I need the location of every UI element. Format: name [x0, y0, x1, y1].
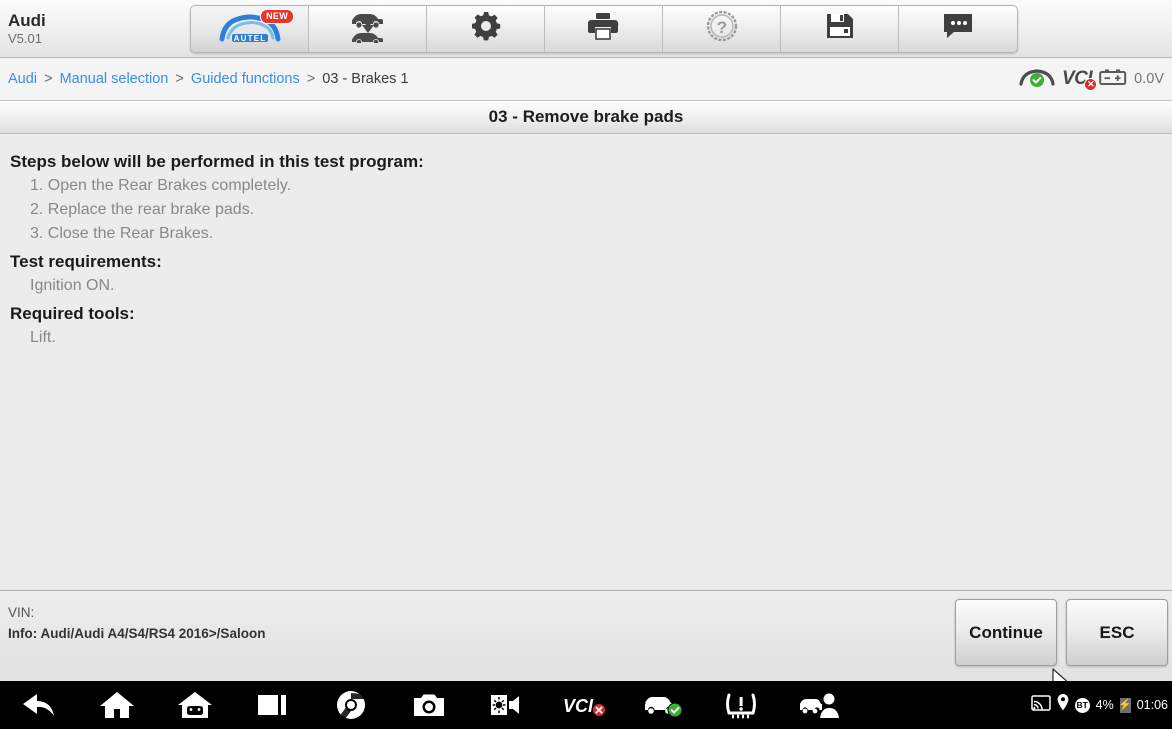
battery-voltage: 0.0V [1134, 71, 1164, 87]
camera-icon[interactable] [390, 681, 468, 729]
vehicle-status-icon[interactable] [624, 681, 702, 729]
status-cluster: VCI ✕ 0.0V [1019, 67, 1164, 92]
printer-icon [587, 11, 621, 46]
clock-time: 01:06 [1136, 698, 1168, 712]
content-block-tools: Required tools: Lift. [10, 303, 1162, 350]
gear-icon [470, 10, 502, 47]
vehicle-swap-icon [348, 9, 388, 48]
footer-bar: VIN: Info: Audi/Audi A4/S4/RS4 2016>/Sal… [0, 590, 1172, 681]
block-heading: Test requirements: [10, 252, 162, 271]
vin-row: VIN: [8, 602, 265, 623]
question-mark-icon: ? [705, 9, 739, 48]
continue-button[interactable]: Continue [955, 599, 1057, 666]
back-arrow-icon[interactable] [0, 681, 78, 729]
chat-bubble-icon [941, 12, 975, 45]
tool-line: Lift. [30, 329, 56, 346]
remote-assist-icon[interactable] [780, 681, 858, 729]
top-toolbar: Audi V5.01 AUTEL NEW ? [0, 0, 1172, 58]
main-content: Steps below will be performed in this te… [0, 134, 1172, 590]
content-block-requirements: Test requirements: Ignition ON. [10, 251, 1162, 298]
chrome-browser-icon[interactable] [312, 681, 390, 729]
info-row: Info: Audi/Audi A4/S4/RS4 2016>/Saloon [8, 623, 265, 644]
vehicle-swap-button[interactable] [309, 5, 427, 52]
svg-text:?: ? [716, 18, 726, 37]
breadcrumb-link-2[interactable]: Guided functions [191, 71, 300, 87]
svg-text:AUTEL: AUTEL [233, 34, 266, 43]
recent-apps-icon[interactable] [234, 681, 312, 729]
toolbar-button-group: AUTEL NEW ? [190, 4, 1018, 53]
breadcrumb-link-1[interactable]: Manual selection [60, 71, 169, 87]
step-line: 3. Close the Rear Brakes. [30, 225, 214, 242]
page-title-bar: 03 - Remove brake pads [0, 101, 1172, 134]
brand-name: Audi [8, 10, 46, 30]
block-heading: Steps below will be performed in this te… [10, 152, 424, 171]
tablet-screen: Audi V5.01 AUTEL NEW ? Audi > Manual sel… [0, 0, 1172, 729]
vci-status-label: VCI ✕ [1062, 68, 1098, 91]
print-button[interactable] [545, 5, 663, 52]
vci-error-badge: ✕ [1084, 78, 1098, 91]
breadcrumb-current: 03 - Brakes 1 [322, 71, 409, 87]
svg-text:VCI: VCI [563, 696, 594, 716]
esc-button[interactable]: ESC [1066, 599, 1168, 666]
vin-label: VIN: [8, 605, 35, 620]
breadcrumb-separator: > [44, 71, 53, 87]
brightness-volume-icon[interactable] [468, 681, 546, 729]
step-line: 1. Open the Rear Brakes completely. [30, 177, 292, 194]
step-line: 2. Replace the rear brake pads. [30, 201, 255, 218]
battery-icon [1099, 68, 1127, 91]
footer-button-row: Continue ESC [955, 599, 1168, 666]
new-badge: NEW [260, 8, 294, 24]
battery-percent: 4% [1095, 698, 1114, 712]
breadcrumb-separator: > [306, 71, 316, 87]
brand-version: V5.01 [8, 30, 42, 46]
vehicle-info-block: VIN: Info: Audi/Audi A4/S4/RS4 2016>/Sal… [8, 602, 265, 644]
charging-bolt-icon: ⚡ [1118, 697, 1133, 713]
autel-home-button[interactable]: AUTEL NEW [191, 5, 309, 52]
breadcrumb-bar: Audi > Manual selection > Guided functio… [0, 58, 1172, 101]
save-button[interactable] [781, 5, 899, 52]
location-pin-icon[interactable] [1057, 694, 1069, 716]
system-status-tray: BT 4% ⚡ 01:06 [1030, 681, 1170, 729]
tpms-warning-icon[interactable] [702, 681, 780, 729]
block-heading: Required tools: [10, 304, 135, 323]
breadcrumb-link-0[interactable]: Audi [8, 71, 37, 87]
page-title: 03 - Remove brake pads [488, 107, 684, 126]
info-value: Audi/Audi A4/S4/RS4 2016>/Saloon [40, 626, 266, 641]
requirement-line: Ignition ON. [30, 277, 115, 294]
cast-icon[interactable] [1030, 694, 1051, 716]
feedback-button[interactable] [899, 6, 1017, 52]
content-block-steps: Steps below will be performed in this te… [10, 151, 1162, 246]
help-button[interactable]: ? [663, 5, 781, 52]
floppy-disk-icon [825, 11, 855, 46]
android-home-icon[interactable] [156, 681, 234, 729]
breadcrumb-separator: > [175, 71, 184, 87]
vci-status-icon[interactable]: VCI [546, 681, 624, 729]
bluetooth-icon[interactable]: BT [1074, 697, 1090, 713]
vehicle-connected-icon [1019, 67, 1055, 92]
brand-block: Audi V5.01 [0, 11, 190, 47]
settings-button[interactable] [427, 5, 545, 52]
android-nav-bar: VCI BT 4% ⚡ 01:06 [0, 681, 1172, 729]
home-icon[interactable] [78, 681, 156, 729]
breadcrumb: Audi > Manual selection > Guided functio… [8, 71, 409, 87]
info-label: Info: [8, 626, 38, 641]
